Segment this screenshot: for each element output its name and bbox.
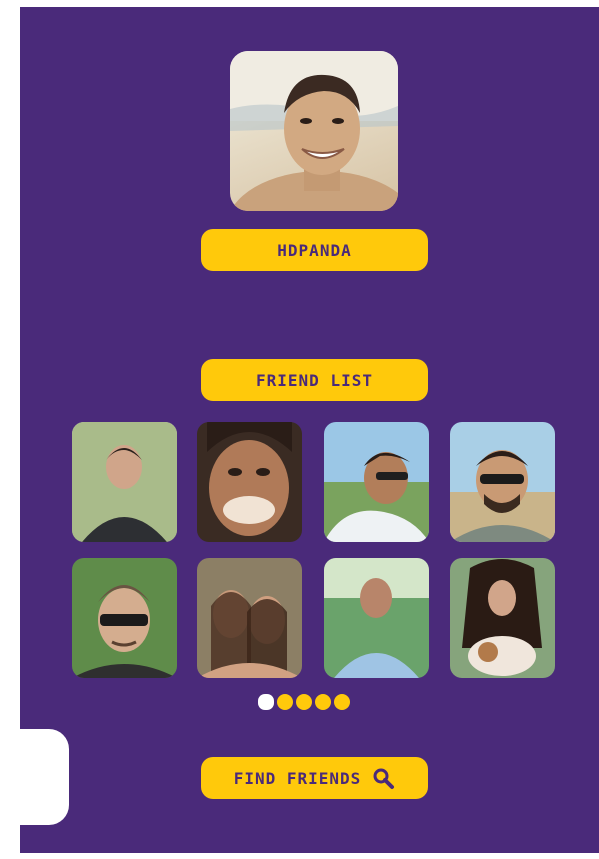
friend-avatar-5[interactable] — [72, 558, 177, 678]
find-friends-button[interactable]: FIND FRIENDS — [201, 757, 428, 799]
avatar — [450, 422, 555, 542]
friend-avatar-8[interactable] — [450, 558, 555, 678]
friend-avatar-2[interactable] — [197, 422, 302, 542]
friend-avatar-6[interactable] — [197, 558, 302, 678]
friend-list-title-label: FRIEND LIST — [256, 370, 373, 390]
friend-avatar-7[interactable] — [324, 558, 429, 678]
username-badge: HDPANDA — [201, 229, 428, 271]
page-dot-3[interactable] — [296, 694, 312, 710]
side-drawer-tab[interactable] — [0, 729, 69, 825]
page-dot-2[interactable] — [277, 694, 293, 710]
find-friends-label: FIND FRIENDS — [233, 768, 362, 788]
avatar — [72, 422, 177, 542]
username-label: HDPANDA — [277, 240, 352, 260]
profile-photo-illustration — [230, 51, 398, 211]
page-dot-5[interactable] — [334, 694, 350, 710]
avatar — [324, 422, 429, 542]
page-dot-1[interactable] — [258, 694, 274, 710]
avatar — [197, 422, 302, 542]
friend-avatar-1[interactable] — [72, 422, 177, 542]
avatar — [324, 558, 429, 678]
page-indicator — [258, 694, 350, 710]
avatar — [450, 558, 555, 678]
friend-grid — [72, 422, 556, 678]
friend-avatar-3[interactable] — [324, 422, 429, 542]
page-dot-4[interactable] — [315, 694, 331, 710]
avatar — [72, 558, 177, 678]
friend-avatar-4[interactable] — [450, 422, 555, 542]
friend-list-title: FRIEND LIST — [201, 359, 428, 401]
avatar — [197, 558, 302, 678]
search-icon — [371, 766, 395, 790]
profile-photo[interactable] — [230, 51, 398, 211]
